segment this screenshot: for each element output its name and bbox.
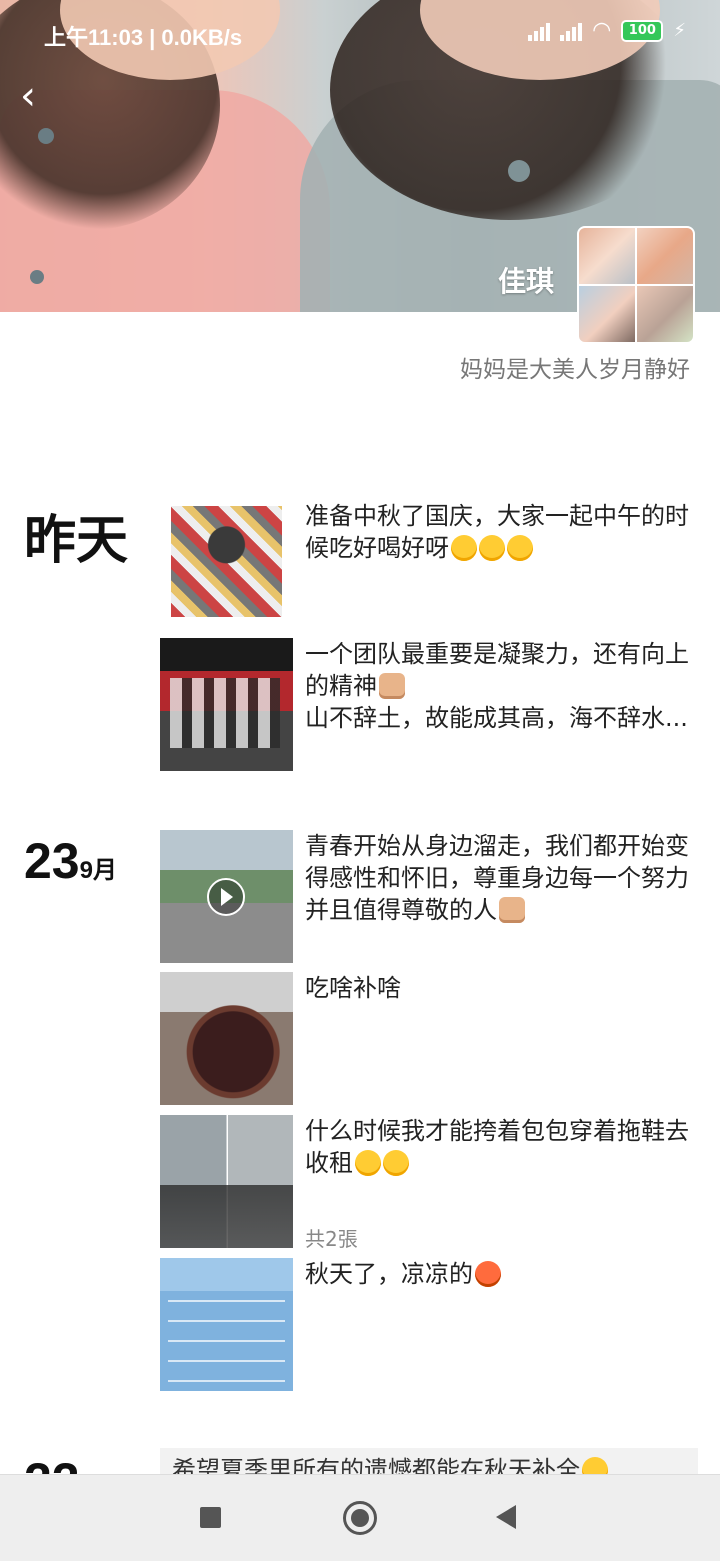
status-time: 上午11:03 | 0.0KB/s <box>44 25 243 50</box>
post-text-content: 秋天了，凉凉的 <box>305 1260 473 1288</box>
post-video[interactable] <box>160 830 293 963</box>
avatar-tile <box>637 228 693 284</box>
post-text-content: 一个团队最重要是凝聚力，还有向上的精神 <box>305 640 689 700</box>
avatar[interactable] <box>577 226 695 344</box>
battery-icon: 100 <box>621 19 664 42</box>
charging-icon: ⚡ <box>673 20 686 41</box>
post-image[interactable] <box>160 1115 293 1248</box>
date-month: 9月 <box>79 857 117 884</box>
square-icon[interactable] <box>200 1507 221 1528</box>
play-icon[interactable] <box>207 878 245 916</box>
battery-level: 100 <box>628 23 656 38</box>
moment-post[interactable]: 秋天了，凉凉的 <box>160 1258 700 1391</box>
moment-post[interactable]: 准备中秋了国庆，大家一起中午的时候吃好喝好呀 <box>160 500 700 620</box>
moment-post[interactable]: 吃啥补啥 <box>160 972 700 1105</box>
moment-post[interactable]: 什么时候我才能挎着包包穿着拖鞋去收租 共2張 <box>160 1115 700 1251</box>
weather-row-decoration <box>168 1300 285 1302</box>
post-image[interactable] <box>160 638 293 771</box>
weather-row-decoration <box>168 1340 285 1342</box>
post-text: 什么时候我才能挎着包包穿着拖鞋去收租 <box>305 1115 700 1179</box>
weather-row-decoration <box>168 1320 285 1322</box>
profile-nickname[interactable]: 佳琪 <box>498 260 554 300</box>
chevron-left-icon: ‹ <box>20 73 36 119</box>
date-day: 23 <box>24 833 80 889</box>
image-count: 共2張 <box>305 1227 358 1251</box>
post-image[interactable] <box>160 972 293 1105</box>
post-text: 准备中秋了国庆，大家一起中午的时候吃好喝好呀 <box>305 500 700 564</box>
laugh-emoji-icon <box>451 535 477 561</box>
profile-signature: 妈妈是大美人岁月静好 <box>460 357 690 383</box>
circle-icon[interactable] <box>343 1501 377 1535</box>
weather-row-decoration <box>168 1360 285 1362</box>
post-text: 秋天了，凉凉的 <box>305 1258 700 1290</box>
cover-shape <box>30 270 44 284</box>
signal-icon <box>528 21 551 41</box>
wifi-icon: ◠ <box>592 18 612 43</box>
back-button[interactable]: ‹ <box>20 76 60 116</box>
cover-shape <box>508 160 530 182</box>
triangle-back-icon[interactable] <box>496 1505 516 1529</box>
bird-emoji-icon <box>475 1261 501 1287</box>
wink-emoji-icon <box>479 535 505 561</box>
praying-hands-emoji-icon <box>499 897 525 923</box>
post-text: 吃啥补啥 <box>305 974 401 1002</box>
post-text: 一个团队最重要是凝聚力，还有向上的精神山不辞土，故能成其高，海不辞水... <box>305 638 700 734</box>
signal-icon <box>560 21 583 41</box>
date-label-yesterday: 昨天 <box>24 511 129 571</box>
post-text-content: 青春开始从身边溜走，我们都开始变得感性和怀旧，尊重身边每一个努力并且值得尊敬的人 <box>305 832 689 924</box>
weather-row-decoration <box>168 1380 285 1382</box>
post-image[interactable] <box>171 506 282 617</box>
flexed-arm-emoji-icon <box>379 673 405 699</box>
tongue-emoji-icon <box>507 535 533 561</box>
date-label-23: 239月 <box>24 832 117 890</box>
post-image[interactable] <box>160 1258 293 1391</box>
thinking-emoji-icon <box>383 1150 409 1176</box>
moment-post[interactable]: 青春开始从身边溜走，我们都开始变得感性和怀旧，尊重身边每一个努力并且值得尊敬的人 <box>160 830 700 963</box>
avatar-tile <box>579 228 635 284</box>
post-text-content: 山不辞土，故能成其高，海不辞水... <box>305 704 688 732</box>
status-icons: ◠ 100 ⚡ <box>528 18 686 43</box>
moment-post[interactable]: 一个团队最重要是凝聚力，还有向上的精神山不辞土，故能成其高，海不辞水... <box>160 638 700 771</box>
avatar-tile <box>579 286 635 342</box>
post-text: 青春开始从身边溜走，我们都开始变得感性和怀旧，尊重身边每一个努力并且值得尊敬的人 <box>305 830 700 926</box>
thinking-emoji-icon <box>355 1150 381 1176</box>
status-bar: 上午11:03 | 0.0KB/s ◠ 100 ⚡ <box>0 0 720 64</box>
avatar-tile <box>637 286 693 342</box>
cover-shape <box>38 128 54 144</box>
system-nav-bar <box>0 1474 720 1561</box>
